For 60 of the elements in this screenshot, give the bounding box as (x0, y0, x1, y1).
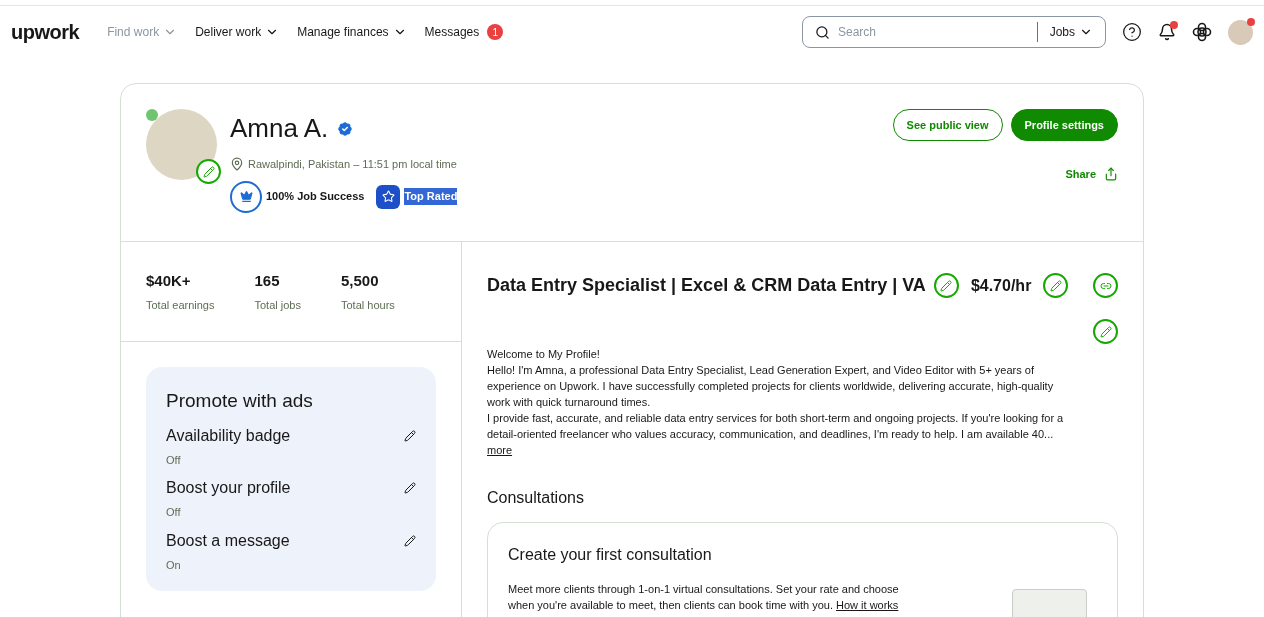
crown-icon (230, 180, 262, 213)
share-icon (1104, 167, 1118, 182)
flower-icon[interactable] (1192, 22, 1212, 42)
search-icon (815, 24, 830, 40)
overview-paragraph: I provide fast, accurate, and reliable data entry services for both short-term and ongoing projects. If you're looking for a detail-oriented freelancer who values accuracy, communication, and deadlines, I'm ready to help. I am available 40... (487, 411, 1065, 442)
edit-button[interactable] (1093, 319, 1118, 344)
nav-link[interactable]: Manage finances (297, 23, 407, 41)
more-link[interactable]: more (487, 444, 513, 456)
stat-label: Total earnings (146, 297, 215, 313)
edit-icon[interactable] (404, 482, 416, 494)
avatar[interactable] (1228, 19, 1253, 45)
profile-title: Data Entry Specialist | Excel & CRM Data Entry | VA (487, 274, 926, 297)
badge-label: Top Rated (404, 188, 458, 205)
how-it-works-link[interactable]: How it works (836, 599, 899, 611)
promote-item-label: Boost a message (166, 530, 290, 551)
profile-button[interactable]: Profile settings (1010, 109, 1118, 141)
edit-button[interactable] (933, 273, 959, 298)
consultation-title: Create your first consultation (508, 545, 713, 565)
help-icon[interactable] (1122, 22, 1142, 42)
stat-label: Total jobs (254, 297, 301, 313)
stat-value: 5,500 (341, 271, 380, 291)
nav-link[interactable]: Deliver work (195, 23, 280, 41)
consultation-text: Meet more clients through 1-on-1 virtual consultations. Set your rate and choose when you're available to meet, then clients can book time with you. How it works (508, 582, 900, 613)
search-placeholder: Search (838, 24, 878, 41)
stat-value: 165 (254, 271, 281, 291)
promote-item-status: Off (166, 452, 182, 468)
stat-value: $40K+ (146, 271, 192, 291)
location-text: Rawalpindi, Pakistan – 11:51 pm local time (248, 157, 457, 172)
section-heading: Consultations (487, 488, 585, 508)
location-icon (230, 157, 244, 172)
edit-icon[interactable] (404, 429, 416, 442)
pencil-icon (940, 279, 953, 292)
search-field[interactable]: Search Jobs (802, 16, 1106, 48)
profile-name: Amna A. (230, 112, 329, 145)
scope-dropdown[interactable]: Jobs (1049, 23, 1093, 41)
promote-item-status: Off (166, 505, 182, 520)
profile-button[interactable]: See public view (892, 109, 1003, 141)
edit-button[interactable] (196, 159, 221, 184)
notifications-icon[interactable] (1158, 23, 1176, 41)
overview-paragraph: Welcome to My Profile! (487, 347, 601, 362)
pencil-icon (202, 165, 215, 178)
upwork-logo[interactable]: upwork (11, 17, 80, 47)
share-button[interactable]: Share (1065, 166, 1118, 183)
pencil-icon (1099, 325, 1112, 338)
promote-item-label: Availability badge (166, 425, 291, 446)
hourly-rate: $4.70/hr (970, 275, 1032, 296)
message-count: 1 (487, 24, 504, 40)
star-badge-icon (376, 184, 401, 209)
overview-paragraph: Hello! I'm Amna, a professional Data Entry Specialist, Lead Generation Expert, and Video Editor with 5+ years of experience on Upwork. I have successfully completed projects for clients worldwide, delivering accurate, high-quality work with quick turnaround times. (487, 363, 1055, 410)
promote-item-label: Boost your profile (166, 478, 291, 498)
edit-icon[interactable] (404, 534, 416, 547)
edit-button[interactable] (1043, 273, 1069, 298)
stat-label: Total hours (341, 297, 395, 313)
badge-label: 100% Job Success (266, 189, 365, 205)
copy-link-button[interactable] (1093, 273, 1118, 298)
promote-item-status: On (166, 557, 182, 573)
promote-title: Promote with ads (166, 389, 314, 413)
profile-photo (146, 109, 217, 180)
nav-link[interactable]: Messages 1 (424, 23, 504, 41)
pencil-icon (1049, 279, 1062, 292)
